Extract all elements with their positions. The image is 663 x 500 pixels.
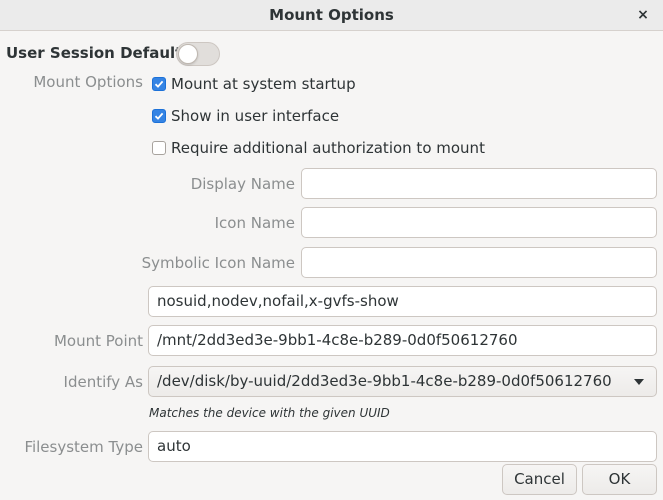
cancel-button[interactable]: Cancel bbox=[502, 464, 577, 495]
mount-options-label: Mount Options bbox=[33, 73, 143, 91]
display-name-label: Display Name bbox=[190, 175, 295, 193]
symbolic-icon-name-label: Symbolic Icon Name bbox=[141, 254, 295, 272]
title-bar: Mount Options × bbox=[0, 0, 663, 31]
dialog-title: Mount Options bbox=[269, 6, 394, 24]
user-session-defaults-label: User Session Defaults bbox=[6, 44, 192, 62]
icon-name-label: Icon Name bbox=[214, 214, 295, 232]
checkmark-icon bbox=[154, 80, 164, 88]
require-authorization-checkbox[interactable] bbox=[152, 141, 166, 155]
filesystem-type-field[interactable]: auto bbox=[148, 431, 657, 462]
symbolic-icon-name-field[interactable] bbox=[301, 247, 657, 278]
filesystem-type-label: Filesystem Type bbox=[24, 438, 143, 456]
show-in-ui-label[interactable]: Show in user interface bbox=[171, 107, 339, 125]
chevron-down-icon bbox=[634, 379, 644, 385]
switch-knob bbox=[178, 44, 198, 64]
show-in-ui-checkbox[interactable] bbox=[152, 109, 166, 123]
identify-as-hint: Matches the device with the given UUID bbox=[149, 406, 390, 420]
ok-button[interactable]: OK bbox=[582, 464, 657, 495]
mount-at-startup-checkbox[interactable] bbox=[152, 77, 166, 91]
user-session-defaults-switch[interactable] bbox=[176, 42, 220, 66]
require-authorization-label[interactable]: Require additional authorization to moun… bbox=[171, 139, 485, 157]
identify-as-dropdown[interactable]: /dev/disk/by-uuid/2dd3ed3e-9bb1-4c8e-b28… bbox=[148, 366, 657, 397]
identify-as-value: /dev/disk/by-uuid/2dd3ed3e-9bb1-4c8e-b28… bbox=[157, 372, 612, 390]
display-name-field[interactable] bbox=[301, 168, 657, 199]
close-icon[interactable]: × bbox=[633, 5, 653, 25]
icon-name-field[interactable] bbox=[301, 207, 657, 238]
mount-at-startup-label[interactable]: Mount at system startup bbox=[171, 75, 356, 93]
identify-as-label: Identify As bbox=[63, 373, 143, 391]
checkmark-icon bbox=[154, 112, 164, 120]
mount-point-label: Mount Point bbox=[53, 332, 143, 350]
mount-options-field[interactable]: nosuid,nodev,nofail,x-gvfs-show bbox=[148, 286, 657, 317]
mount-point-field[interactable]: /mnt/2dd3ed3e-9bb1-4c8e-b289-0d0f5061276… bbox=[148, 325, 657, 356]
